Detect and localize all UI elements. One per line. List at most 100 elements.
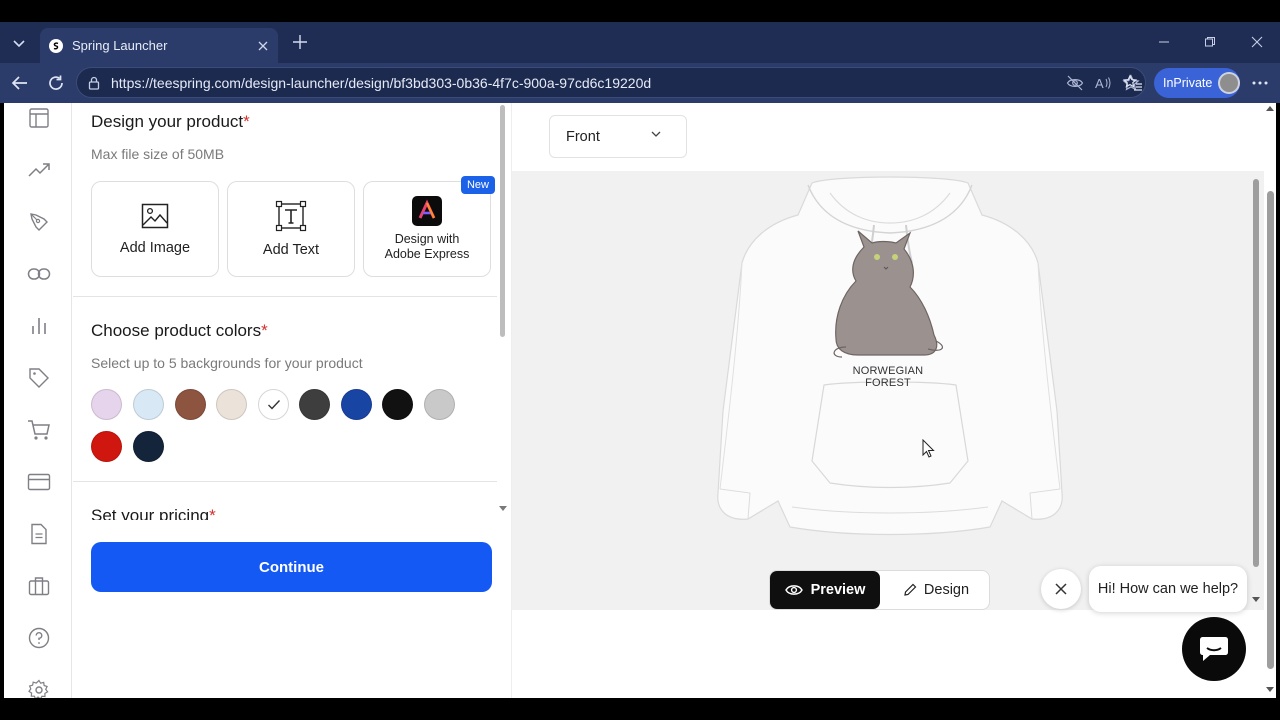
restore-icon[interactable]	[1195, 30, 1225, 54]
design-section-subtitle: Max file size of 50MB	[91, 146, 225, 162]
design-mode-button[interactable]: Design	[882, 571, 990, 609]
add-text-button[interactable]: Add Text	[227, 181, 355, 277]
refresh-icon[interactable]	[43, 70, 69, 96]
url-text: https://teespring.com/design-launcher/de…	[111, 74, 652, 91]
lock-icon	[87, 76, 101, 90]
chat-launcher-button[interactable]	[1182, 617, 1246, 681]
browser-tab[interactable]: Spring Launcher	[40, 28, 278, 63]
check-icon	[267, 399, 280, 410]
scrollbar-thumb[interactable]	[1267, 191, 1274, 669]
spring-favicon-icon	[49, 38, 63, 53]
preview-mode-label: Preview	[810, 582, 866, 598]
scroll-up-arrow-icon[interactable]	[1266, 106, 1274, 112]
design-mode-label: Design	[923, 582, 970, 598]
section-divider	[73, 296, 497, 297]
preview-scrollbar[interactable]	[1251, 171, 1261, 608]
hoodie-mockup	[717, 176, 1063, 536]
trending-icon[interactable]	[26, 157, 52, 183]
color-swatch[interactable]	[133, 389, 164, 420]
new-badge: New	[460, 176, 495, 194]
scroll-down-arrow-icon[interactable]	[1252, 597, 1260, 603]
scroll-down-arrow-icon[interactable]	[1266, 687, 1274, 693]
color-swatch[interactable]	[91, 389, 122, 420]
view-side-value: Front	[566, 128, 600, 145]
chat-dismiss-button[interactable]	[1041, 569, 1081, 609]
image-icon	[141, 202, 169, 230]
eye-icon	[784, 583, 803, 597]
chevron-down-icon	[650, 128, 662, 144]
screen: Spring Launcher https://teespring.com/de…	[0, 0, 1280, 720]
colors-section-subtitle: Select up to 5 backgrounds for your prod…	[91, 355, 363, 371]
close-icon	[1055, 583, 1067, 595]
link-icon[interactable]	[26, 261, 52, 287]
more-options-icon[interactable]	[1248, 70, 1272, 96]
page-scrollbar[interactable]	[1264, 103, 1276, 698]
briefcase-icon[interactable]	[26, 573, 52, 599]
address-bar[interactable]: https://teespring.com/design-launcher/de…	[76, 67, 1146, 98]
product-print-text: NORWEGIAN FOREST	[852, 365, 924, 389]
settings-gear-icon[interactable]	[26, 677, 52, 698]
settings-scrollbar[interactable]	[499, 105, 507, 515]
color-swatch[interactable]	[175, 389, 206, 420]
adobe-express-button[interactable]: New Design with Adobe Express	[363, 176, 495, 277]
continue-button[interactable]: Continue	[91, 542, 492, 592]
document-icon[interactable]	[26, 521, 52, 547]
window-close-icon[interactable]	[1242, 30, 1272, 54]
product-mockup-area: NORWEGIAN FOREST	[512, 171, 1264, 610]
new-tab-plus-icon[interactable]	[288, 30, 312, 54]
colors-section-title: Choose product colors*	[91, 321, 268, 340]
product-preview-panel: Front NORWEGIAN FOREST Preview Design Hi…	[511, 103, 1276, 698]
add-image-label: Add Image	[119, 240, 191, 256]
favorites-list-icon[interactable]	[1120, 70, 1146, 96]
cart-icon[interactable]	[26, 417, 52, 443]
settings-scroll-area[interactable]: Design your product* Max file size of 50…	[73, 103, 497, 520]
inprivate-badge[interactable]: InPrivate	[1154, 68, 1240, 98]
chat-icon	[1200, 637, 1228, 661]
scrollbar-thumb[interactable]	[1253, 179, 1259, 567]
page-content: Design your product* Max file size of 50…	[4, 103, 1276, 698]
pencil-icon	[903, 583, 917, 597]
tag-icon[interactable]	[26, 365, 52, 391]
tab-actions-chevron-icon[interactable]	[6, 30, 32, 56]
browser-nav-bar: https://teespring.com/design-launcher/de…	[0, 63, 1280, 103]
color-swatch[interactable]	[299, 389, 330, 420]
section-divider	[73, 481, 497, 482]
preview-mode-button[interactable]: Preview	[770, 571, 880, 609]
inprivate-label: InPrivate	[1163, 76, 1213, 90]
product-settings-panel: Design your product* Max file size of 50…	[73, 103, 509, 698]
credit-card-icon[interactable]	[26, 469, 52, 495]
color-swatch[interactable]	[216, 389, 247, 420]
chat-greeting-bubble[interactable]: Hi! How can we help?	[1089, 566, 1247, 612]
svg-text:A: A	[1095, 76, 1104, 91]
preview-design-toggle: Preview Design	[769, 570, 990, 610]
pricing-section-title: Set your pricing*	[91, 506, 216, 520]
back-arrow-icon[interactable]	[7, 70, 33, 96]
color-swatch[interactable]	[258, 389, 289, 420]
browser-tab-bar: Spring Launcher	[0, 22, 1280, 63]
color-swatch[interactable]	[91, 431, 122, 462]
view-side-select[interactable]: Front	[549, 115, 687, 158]
design-section-title: Design your product*	[91, 112, 250, 131]
help-icon[interactable]	[26, 625, 52, 651]
adobe-express-label: Design with Adobe Express	[384, 232, 470, 261]
color-swatch[interactable]	[382, 389, 413, 420]
add-text-label: Add Text	[262, 242, 320, 258]
color-swatch[interactable]	[424, 389, 455, 420]
pen-tool-icon[interactable]	[26, 209, 52, 235]
scroll-down-arrow-icon[interactable]	[499, 506, 507, 512]
profile-avatar	[1218, 72, 1240, 94]
color-swatch[interactable]	[341, 389, 372, 420]
mouse-cursor-icon	[922, 439, 935, 458]
app-sidebar	[4, 103, 72, 698]
tab-close-icon[interactable]	[252, 35, 274, 57]
layout-icon[interactable]	[26, 105, 52, 131]
read-aloud-icon[interactable]: A	[1089, 70, 1117, 96]
color-swatch[interactable]	[133, 431, 164, 462]
scrollbar-thumb[interactable]	[500, 105, 505, 337]
add-image-button[interactable]: Add Image	[91, 181, 219, 277]
tracking-prevention-eye-icon[interactable]	[1061, 70, 1089, 96]
bar-chart-icon[interactable]	[26, 313, 52, 339]
minimize-icon[interactable]	[1149, 30, 1179, 54]
text-icon	[275, 200, 307, 232]
tab-title: Spring Launcher	[72, 38, 168, 53]
